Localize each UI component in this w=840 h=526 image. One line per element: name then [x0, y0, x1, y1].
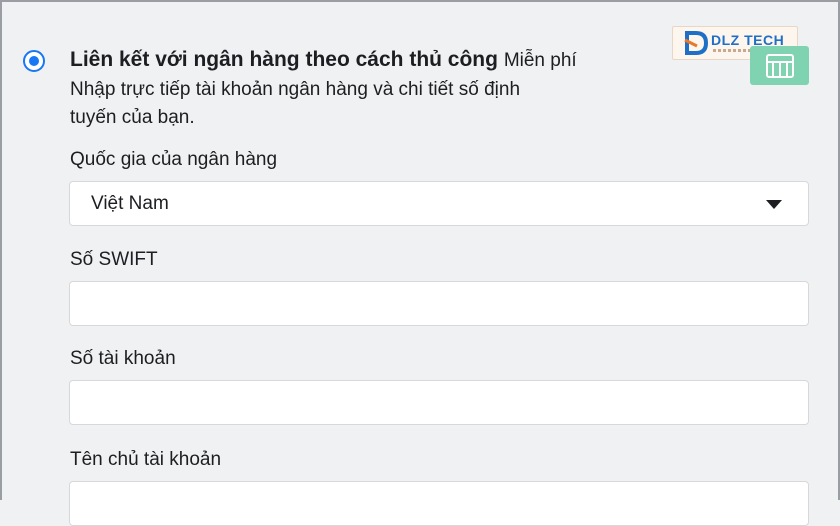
swift-field[interactable]: [69, 281, 809, 326]
option-description: Nhập trực tiếp tài khoản ngân hàng và ch…: [70, 79, 521, 128]
account-holder-label: Tên chủ tài khoản: [70, 449, 222, 470]
account-holder-field[interactable]: [69, 481, 809, 526]
option-title-text: Liên kết với ngân hàng theo cách thủ côn…: [70, 48, 498, 71]
account-number-input[interactable]: [70, 381, 808, 424]
account-number-label: Số tài khoản: [70, 348, 176, 369]
swift-input[interactable]: [70, 282, 808, 325]
country-select[interactable]: Việt Nam: [69, 181, 809, 226]
bank-icon: [750, 46, 809, 85]
country-label: Quốc gia của ngân hàng: [70, 149, 278, 170]
account-holder-input[interactable]: [70, 482, 808, 525]
panel-top-border: [0, 0, 840, 2]
caret-down-icon[interactable]: [766, 200, 782, 209]
logo-d-icon: [684, 31, 709, 55]
account-number-field[interactable]: [69, 380, 809, 425]
payment-option-panel: Liên kết với ngân hàng theo cách thủ côn…: [0, 0, 840, 526]
country-select-value: Việt Nam: [91, 193, 169, 214]
swift-label: Số SWIFT: [70, 249, 158, 270]
option-price: Miễn phí: [503, 50, 577, 71]
panel-left-border: [0, 0, 2, 500]
manual-bank-radio[interactable]: [23, 50, 45, 72]
option-title: Liên kết với ngân hàng theo cách thủ côn…: [70, 46, 670, 75]
